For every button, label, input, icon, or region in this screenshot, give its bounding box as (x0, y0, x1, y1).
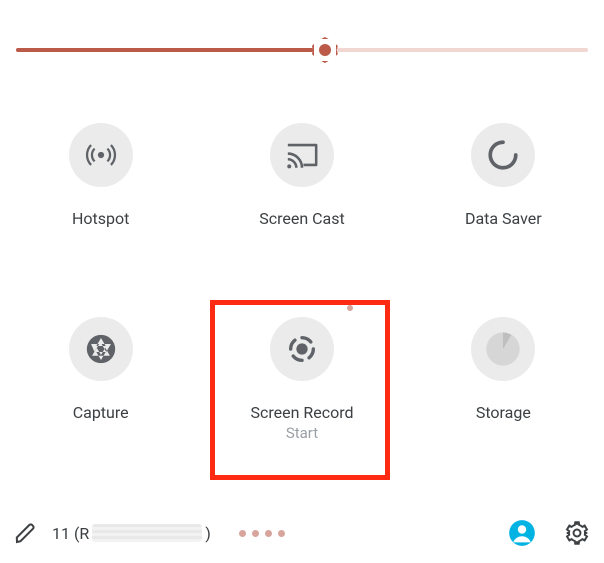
slider-track-fill (16, 48, 325, 52)
redacted-text (92, 524, 202, 542)
aperture-icon (69, 317, 133, 381)
page-dot (265, 530, 272, 537)
tile-hotspot[interactable]: Hotspot (0, 105, 201, 299)
tile-label: Screen Cast (259, 209, 345, 228)
record-icon (270, 317, 334, 381)
version-suffix: ) (205, 524, 211, 543)
tile-label: Hotspot (72, 209, 129, 228)
tile-storage[interactable]: Storage (403, 299, 604, 493)
tile-label: Storage (476, 403, 531, 422)
page-dot (252, 530, 259, 537)
cast-icon (270, 123, 334, 187)
settings-button[interactable] (564, 520, 590, 546)
data-saver-icon (471, 123, 535, 187)
version-prefix: 11 (R (52, 524, 89, 543)
tile-capture[interactable]: Capture (0, 299, 201, 493)
tile-data-saver[interactable]: Data Saver (403, 105, 604, 299)
footer-bar: 11 (R ) (0, 503, 604, 563)
tile-sublabel: Start (286, 424, 318, 442)
page-dot (239, 530, 246, 537)
tile-label: Data Saver (465, 209, 542, 228)
slider-thumb[interactable] (311, 36, 339, 64)
tiles-grid: Hotspot Screen Cast Data Saver (0, 105, 604, 493)
tile-screen-cast[interactable]: Screen Cast (201, 105, 402, 299)
user-avatar-button[interactable] (508, 519, 536, 547)
edit-tiles-button[interactable] (14, 521, 38, 545)
tile-screen-record[interactable]: Screen Record Start (201, 299, 402, 493)
page-indicator[interactable] (239, 530, 285, 537)
brightness-slider[interactable] (16, 34, 588, 66)
storage-icon (471, 317, 535, 381)
tile-label: Screen Record (250, 403, 353, 422)
tile-label: Capture (73, 403, 129, 422)
recording-indicator-dot (347, 305, 353, 311)
page-dot (278, 530, 285, 537)
quick-settings-panel: Hotspot Screen Cast Data Saver (0, 0, 604, 563)
hotspot-icon (69, 123, 133, 187)
build-version-text: 11 (R ) (52, 524, 211, 543)
